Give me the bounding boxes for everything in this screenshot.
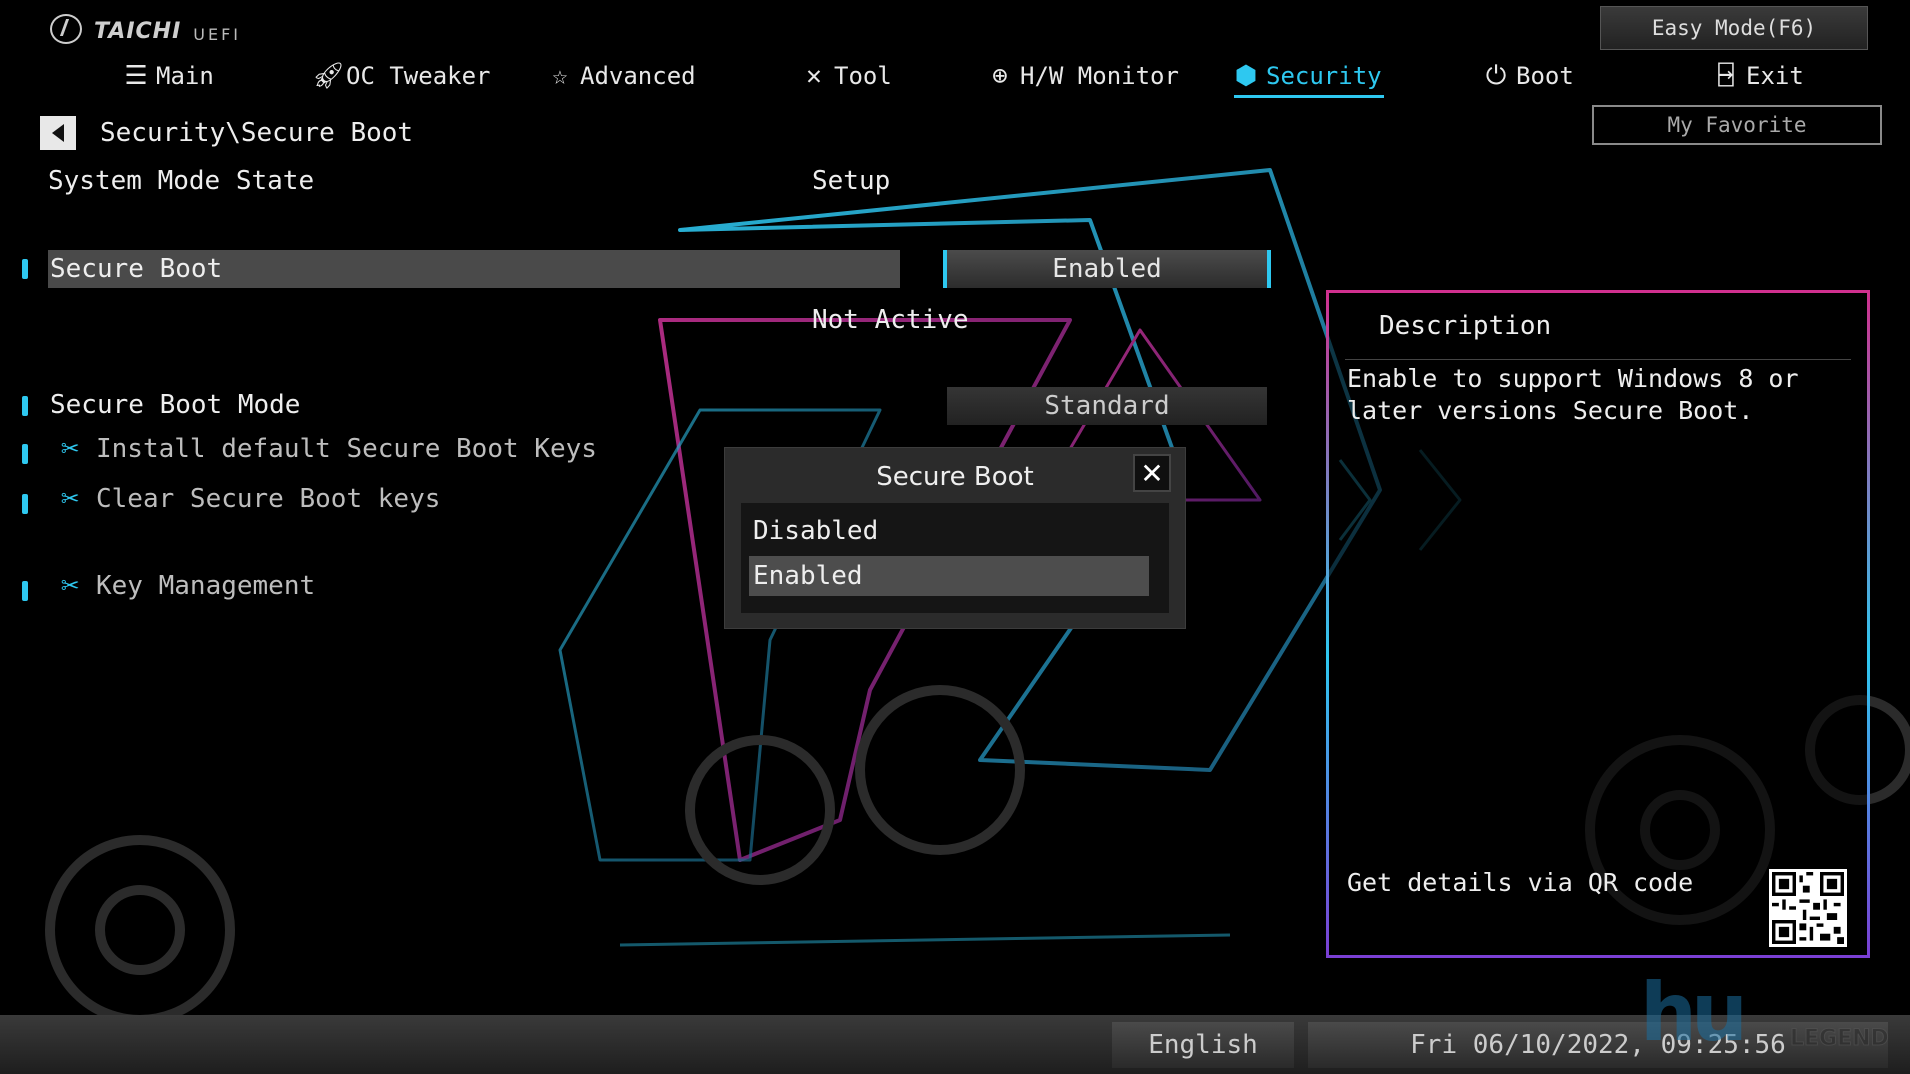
exit-icon: ⍈ (1718, 61, 1734, 91)
clear-secure-boot-keys-label: Clear Secure Boot keys (96, 484, 441, 514)
system-mode-state-label: System Mode State (48, 166, 315, 196)
watermark-big: hu (1640, 966, 1748, 1059)
tab-exit[interactable]: ⍈ Exit (1712, 58, 1804, 94)
taichi-logo-icon (50, 14, 82, 44)
logo-brand: TAICHI (94, 19, 182, 44)
qr-code-icon (1769, 869, 1847, 947)
key-management-item[interactable]: ✂ Key Management (52, 568, 316, 603)
tools-icon: ✂ (60, 431, 80, 466)
popup-title: Secure Boot (876, 462, 1034, 492)
secure-boot-status: Not Active (812, 305, 969, 335)
popup-options-list: Disabled Enabled (741, 503, 1169, 613)
tab-oc-tweaker[interactable]: 🚀︎ OC Tweaker (312, 58, 491, 94)
tab-tool[interactable]: ✕ Tool (800, 58, 892, 94)
tools-icon: ✂ (60, 481, 80, 516)
tab-advanced[interactable]: ☆ Advanced (546, 58, 696, 94)
tab-hw-monitor[interactable]: ⊕ H/W Monitor (986, 58, 1179, 94)
tab-oc-tweaker-label: OC Tweaker (346, 62, 491, 90)
taichi-uefi-logo: TAICHI UEFI (50, 14, 241, 44)
secure-boot-label: Secure Boot (50, 254, 223, 284)
tab-hw-monitor-label: H/W Monitor (1020, 62, 1179, 90)
back-button[interactable] (40, 116, 76, 150)
shield-icon: ⬢ (1234, 61, 1258, 91)
secure-boot-popup: Secure Boot ✕ Disabled Enabled (724, 447, 1186, 629)
tools-icon: ✂ (60, 568, 80, 603)
tab-exit-label: Exit (1746, 62, 1804, 90)
logo-product: UEFI (193, 25, 242, 44)
my-favorite-button[interactable]: My Favorite (1592, 105, 1882, 145)
monitor-icon: ⊕ (992, 61, 1008, 91)
list-icon: ☰ (124, 61, 148, 91)
star-icon: ☆ (552, 61, 568, 91)
secure-boot-row[interactable]: Secure Boot (48, 250, 900, 288)
description-text: Enable to support Windows 8 or later ver… (1347, 364, 1799, 425)
close-icon[interactable]: ✕ (1133, 454, 1171, 492)
tab-security-label: Security (1266, 62, 1382, 90)
row-marker (22, 494, 28, 514)
tab-main[interactable]: ☰ Main (122, 58, 214, 94)
easy-mode-button[interactable]: Easy Mode(F6) (1600, 6, 1868, 50)
tab-boot[interactable]: ⏻ Boot (1482, 58, 1574, 94)
qr-code-label: Get details via QR code (1347, 868, 1694, 897)
install-default-keys-item[interactable]: ✂ Install default Secure Boot Keys (52, 431, 597, 466)
tools-icon: ✕ (806, 61, 822, 91)
power-icon: ⏻ (1485, 60, 1507, 91)
key-management-label: Key Management (96, 571, 316, 601)
active-tab-underline (1234, 95, 1384, 98)
popup-option-disabled[interactable]: Disabled (749, 511, 1149, 551)
rocket-icon: 🚀︎ (312, 61, 346, 91)
secure-boot-mode-select[interactable]: Standard (947, 387, 1267, 425)
description-panel: Description Enable to support Windows 8 … (1326, 290, 1870, 958)
description-title: Description (1379, 311, 1552, 341)
tab-advanced-label: Advanced (580, 62, 696, 90)
row-marker (22, 581, 28, 601)
clear-secure-boot-keys-item[interactable]: ✂ Clear Secure Boot keys (52, 481, 441, 516)
tab-security[interactable]: ⬢ Security (1232, 58, 1384, 98)
language-button[interactable]: English (1112, 1022, 1294, 1068)
row-marker (22, 396, 28, 416)
tab-main-label: Main (156, 62, 214, 90)
watermark-logo: hu LEGEND (1640, 956, 1900, 1066)
row-marker (22, 444, 28, 464)
install-default-keys-label: Install default Secure Boot Keys (96, 434, 597, 464)
popup-option-enabled[interactable]: Enabled (749, 556, 1149, 596)
tab-tool-label: Tool (834, 62, 892, 90)
watermark-small: LEGEND (1790, 1026, 1890, 1052)
secure-boot-mode-label[interactable]: Secure Boot Mode (50, 390, 300, 420)
chevron-left-icon (52, 124, 64, 142)
secure-boot-value-select[interactable]: Enabled (943, 250, 1271, 288)
system-mode-state-value: Setup (812, 166, 891, 196)
breadcrumb: Security\Secure Boot (100, 118, 414, 148)
row-marker (22, 259, 28, 279)
tab-boot-label: Boot (1516, 62, 1574, 90)
divider (1345, 359, 1851, 360)
